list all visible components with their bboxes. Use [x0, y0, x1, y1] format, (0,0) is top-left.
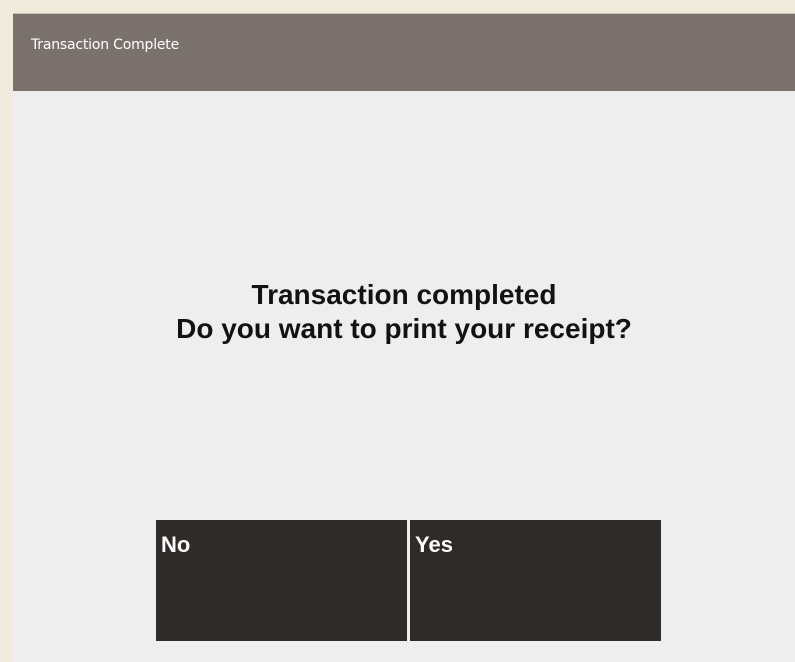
no-button[interactable]: No	[156, 520, 407, 641]
prompt-message: Transaction completed Do you want to pri…	[13, 278, 795, 346]
title-bar: Transaction Complete	[13, 14, 795, 91]
transaction-complete-screen: Transaction Complete Transaction complet…	[13, 13, 795, 662]
no-button-label: No	[161, 532, 191, 557]
message-line-status: Transaction completed	[251, 279, 557, 310]
page-title: Transaction Complete	[31, 37, 180, 53]
yes-button[interactable]: Yes	[410, 520, 661, 641]
yes-button-label: Yes	[415, 532, 453, 557]
message-line-question: Do you want to print your receipt?	[176, 313, 632, 344]
